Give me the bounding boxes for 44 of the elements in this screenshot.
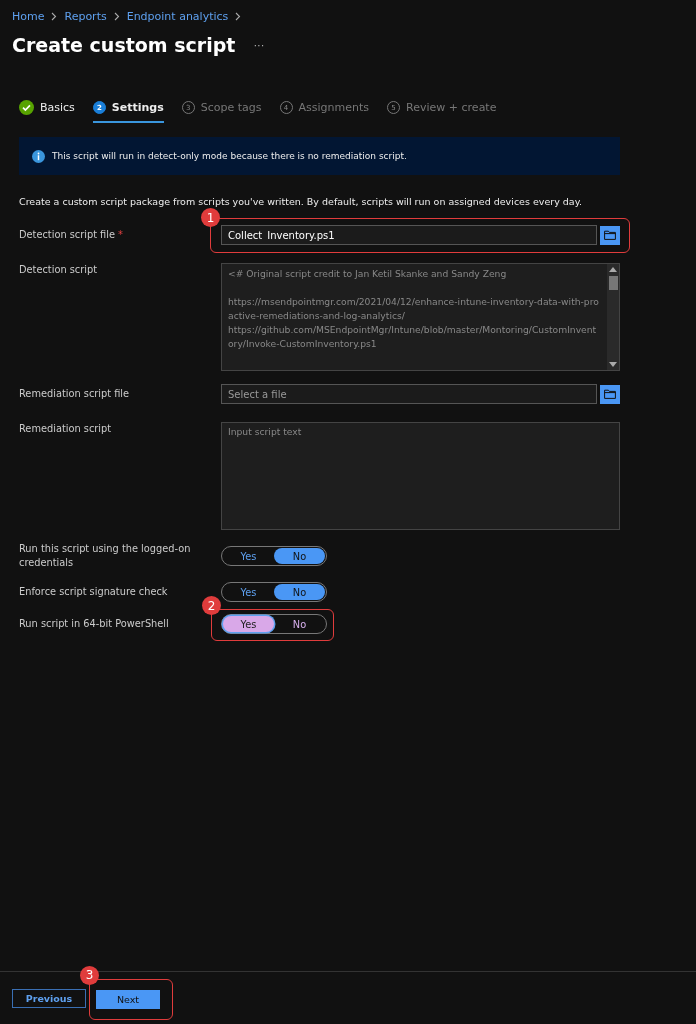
scrollbar-thumb[interactable] xyxy=(608,276,618,290)
browse-button[interactable] xyxy=(600,225,620,245)
required-asterisk: * xyxy=(118,229,123,240)
callout-badge: 2 xyxy=(202,596,221,615)
file-field[interactable]: Collect_Inventory.ps1 xyxy=(221,225,597,245)
toggle-option[interactable]: Yes xyxy=(223,584,274,600)
script-textarea[interactable]: <# Original script credit to Jan Ketil Skanke and Sandy Zeng https://msendpointmgr.com/2021/04/12/enhance-intune-inventory-data-with-proactive-remediations-and-log-analytics/ https://github.com/MSEndpointMgr/Intune/blob/master/Montoring/CustomInventory/Invoke-CustomInventory.ps1 xyxy=(221,263,620,371)
field-label: Enforce script signature check xyxy=(19,586,168,597)
folder-icon xyxy=(604,389,616,399)
toggle-option[interactable]: No xyxy=(274,584,325,600)
callout-badge: 3 xyxy=(80,965,99,985)
scroll-up-icon[interactable] xyxy=(609,267,617,272)
more-button[interactable]: ··· xyxy=(253,39,265,51)
file-field[interactable]: Select a file xyxy=(221,384,597,404)
chevron-icon xyxy=(113,11,120,21)
previous-button[interactable]: Previous xyxy=(12,988,86,1008)
breadcrumb-link[interactable]: Home xyxy=(12,9,45,23)
field-label: Remediation script file xyxy=(19,388,130,399)
page-title: Create custom script xyxy=(12,34,236,56)
callout-badge: 1 xyxy=(201,208,220,227)
wizard-tab[interactable]: Basics xyxy=(19,100,75,123)
field-label: Detection script xyxy=(19,264,97,275)
field-label: Run script in 64-bit PowerShell xyxy=(19,618,169,629)
info-icon xyxy=(32,149,45,163)
toggle-option[interactable]: Yes xyxy=(223,548,274,564)
browse-button[interactable] xyxy=(600,384,620,404)
info-message: This script will run in detect-only mode because there is no remediation script. xyxy=(52,151,407,161)
breadcrumb-link[interactable]: Endpoint analytics xyxy=(126,9,229,23)
scrollbar[interactable] xyxy=(607,264,619,370)
script-textarea[interactable]: Input script text xyxy=(221,422,620,530)
field-label: Detection script file xyxy=(19,229,116,240)
chevron-icon xyxy=(51,11,58,21)
field-label: Run this script using the logged-on credentials xyxy=(19,543,191,568)
field-label: Remediation script xyxy=(19,423,112,434)
toggle-option[interactable]: No xyxy=(274,548,325,564)
scroll-down-icon[interactable] xyxy=(609,362,617,367)
intro-text: Create a custom script package from scripts you've written. By default, scripts will run on assigned devices every day. xyxy=(19,196,583,207)
toggle-option[interactable]: No xyxy=(274,616,325,632)
chevron-icon xyxy=(235,11,242,21)
checkmark-icon xyxy=(19,100,34,115)
folder-icon xyxy=(604,230,616,240)
breadcrumb-link[interactable]: Reports xyxy=(64,9,107,23)
next-button[interactable]: Next xyxy=(96,989,160,1009)
toggle-option[interactable]: Yes xyxy=(223,616,274,632)
